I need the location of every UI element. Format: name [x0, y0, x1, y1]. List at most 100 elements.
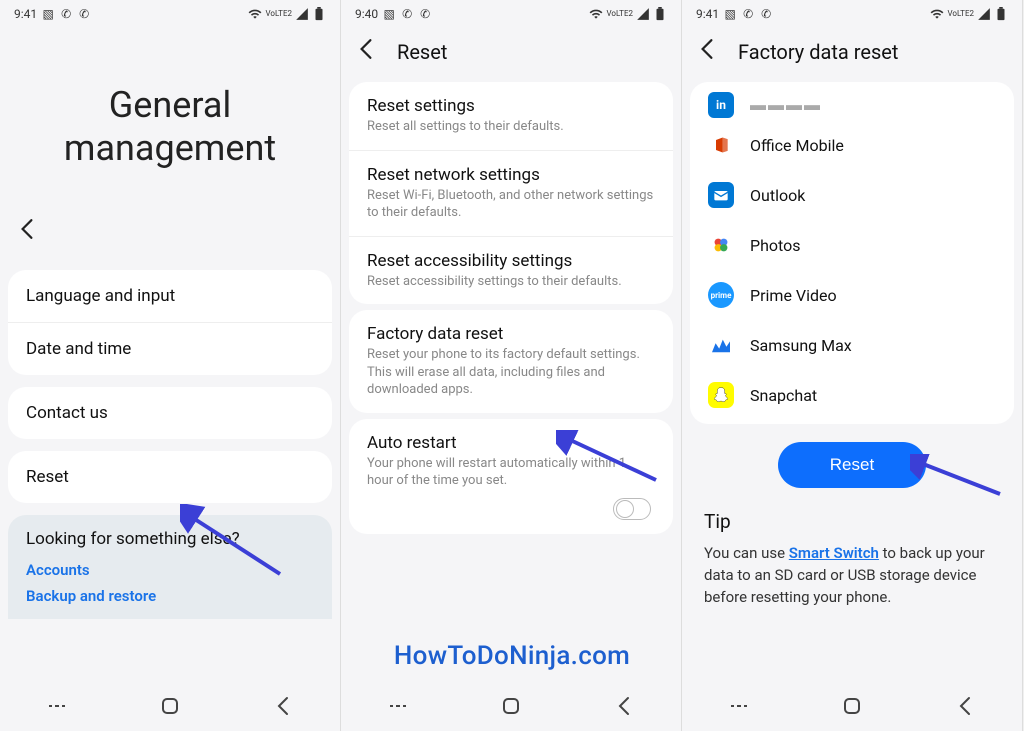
- tip-text: You can use Smart Switch to back up your…: [704, 543, 1000, 608]
- signal-icon: [636, 7, 650, 21]
- gallery-icon: ▧: [723, 7, 737, 21]
- item-reset-settings[interactable]: Reset settings Reset all settings to the…: [349, 82, 673, 151]
- option-desc: Reset your phone to its factory default …: [367, 346, 655, 399]
- apps-list: in ▬▬▬▬ Office Mobile Outlook Photos: [690, 82, 1014, 424]
- nav-home[interactable]: [159, 695, 181, 717]
- office-icon: [708, 132, 734, 158]
- option-title: Reset network settings: [367, 165, 655, 185]
- link-backup-restore[interactable]: Backup and restore: [26, 587, 314, 605]
- samsung-max-icon: [708, 332, 734, 358]
- app-name: Snapchat: [750, 386, 817, 405]
- status-time: 9:41: [14, 7, 37, 21]
- battery-icon: [312, 7, 326, 21]
- whatsapp-icon: ✆: [400, 7, 414, 21]
- item-language-input[interactable]: Language and input: [8, 270, 332, 323]
- item-factory-reset[interactable]: Factory data reset Reset your phone to i…: [349, 310, 673, 413]
- reset-options-group-3: Auto restart Your phone will restart aut…: [349, 419, 673, 534]
- wifi-icon: [589, 7, 603, 21]
- wifi-icon: [248, 7, 262, 21]
- whatsapp-icon: ✆: [418, 7, 432, 21]
- nav-back[interactable]: [272, 695, 294, 717]
- looking-else-section: Looking for something else? Accounts Bac…: [8, 515, 332, 619]
- item-reset[interactable]: Reset: [8, 451, 332, 503]
- screen-reset: 9:40 ▧ ✆ ✆ VoLTE2 Reset Reset settings R…: [341, 0, 682, 731]
- tip-text-pre: You can use: [704, 544, 789, 562]
- app-name: Prime Video: [750, 286, 837, 305]
- nav-back[interactable]: [613, 695, 635, 717]
- outlook-icon: [708, 182, 734, 208]
- app-row: Outlook: [690, 170, 1014, 220]
- app-name: ▬▬▬▬: [750, 95, 822, 115]
- reset-options-group-2: Factory data reset Reset your phone to i…: [349, 310, 673, 413]
- battery-icon: [994, 7, 1008, 21]
- whatsapp-icon: ✆: [59, 7, 73, 21]
- screen-factory-data-reset: 9:41 ▧ ✆ ✆ VoLTE2 Factory data reset in …: [682, 0, 1023, 731]
- back-button[interactable]: [0, 210, 340, 264]
- gallery-icon: ▧: [382, 7, 396, 21]
- tip-section: Tip You can use Smart Switch to back up …: [682, 500, 1022, 618]
- nav-back[interactable]: [954, 695, 976, 717]
- app-row: Photos: [690, 220, 1014, 270]
- whatsapp-icon: ✆: [741, 7, 755, 21]
- gallery-icon: ▧: [41, 7, 55, 21]
- link-accounts[interactable]: Accounts: [26, 561, 314, 579]
- reset-options-group-1: Reset settings Reset all settings to the…: [349, 82, 673, 304]
- page-title: Reset: [397, 40, 447, 64]
- battery-icon: [653, 7, 667, 21]
- app-name: Photos: [750, 236, 801, 255]
- option-desc: Reset Wi-Fi, Bluetooth, and other networ…: [367, 187, 655, 222]
- app-row: in ▬▬▬▬: [690, 86, 1014, 120]
- item-auto-restart[interactable]: Auto restart Your phone will restart aut…: [349, 419, 673, 534]
- status-bar: 9:40 ▧ ✆ ✆ VoLTE2: [341, 0, 681, 24]
- nav-home[interactable]: [841, 695, 863, 717]
- linkedin-icon: in: [708, 92, 734, 118]
- page-title: Factory data reset: [738, 40, 898, 64]
- item-reset-network[interactable]: Reset network settings Reset Wi-Fi, Blue…: [349, 151, 673, 237]
- page-title: General management: [0, 24, 340, 210]
- option-title: Factory data reset: [367, 324, 655, 344]
- app-row: Office Mobile: [690, 120, 1014, 170]
- network-label: VoLTE2: [606, 10, 633, 18]
- nav-bar: [682, 681, 1022, 731]
- whatsapp-icon: ✆: [759, 7, 773, 21]
- network-label: VoLTE2: [265, 10, 292, 18]
- app-name: Samsung Max: [750, 336, 852, 355]
- item-reset-accessibility[interactable]: Reset accessibility settings Reset acces…: [349, 237, 673, 305]
- header: Factory data reset: [682, 24, 1022, 76]
- back-button[interactable]: [700, 38, 722, 66]
- snapchat-icon: [708, 382, 734, 408]
- wifi-icon: [930, 7, 944, 21]
- signal-icon: [977, 7, 991, 21]
- option-desc: Reset all settings to their defaults.: [367, 118, 655, 136]
- reset-button[interactable]: Reset: [778, 442, 926, 488]
- prime-video-icon: prime: [708, 282, 734, 308]
- nav-bar: [0, 681, 340, 731]
- app-row: Samsung Max: [690, 320, 1014, 370]
- app-name: Outlook: [750, 186, 805, 205]
- option-title: Reset settings: [367, 96, 655, 116]
- looking-else-title: Looking for something else?: [26, 529, 314, 549]
- header: Reset: [341, 24, 681, 76]
- item-contact-us[interactable]: Contact us: [8, 387, 332, 439]
- nav-recents[interactable]: [387, 695, 409, 717]
- item-date-time[interactable]: Date and time: [8, 323, 332, 375]
- nav-recents[interactable]: [46, 695, 68, 717]
- smart-switch-link[interactable]: Smart Switch: [789, 544, 879, 562]
- status-time: 9:40: [355, 7, 378, 21]
- tip-title: Tip: [704, 510, 1000, 533]
- option-desc: Reset accessibility settings to their de…: [367, 273, 655, 291]
- app-row: prime Prime Video: [690, 270, 1014, 320]
- nav-recents[interactable]: [728, 695, 750, 717]
- nav-bar: [341, 681, 681, 731]
- status-bar: 9:41 ▧ ✆ ✆ VoLTE2: [0, 0, 340, 24]
- network-label: VoLTE2: [947, 10, 974, 18]
- signal-icon: [295, 7, 309, 21]
- back-button[interactable]: [359, 38, 381, 66]
- screen-general-management: 9:41 ▧ ✆ ✆ VoLTE2 General management Lan…: [0, 0, 341, 731]
- app-name: Office Mobile: [750, 136, 844, 155]
- auto-restart-toggle[interactable]: [613, 498, 651, 520]
- nav-home[interactable]: [500, 695, 522, 717]
- option-title: Auto restart: [367, 433, 655, 453]
- settings-group-1: Language and input Date and time: [8, 270, 332, 375]
- app-row: Snapchat: [690, 370, 1014, 420]
